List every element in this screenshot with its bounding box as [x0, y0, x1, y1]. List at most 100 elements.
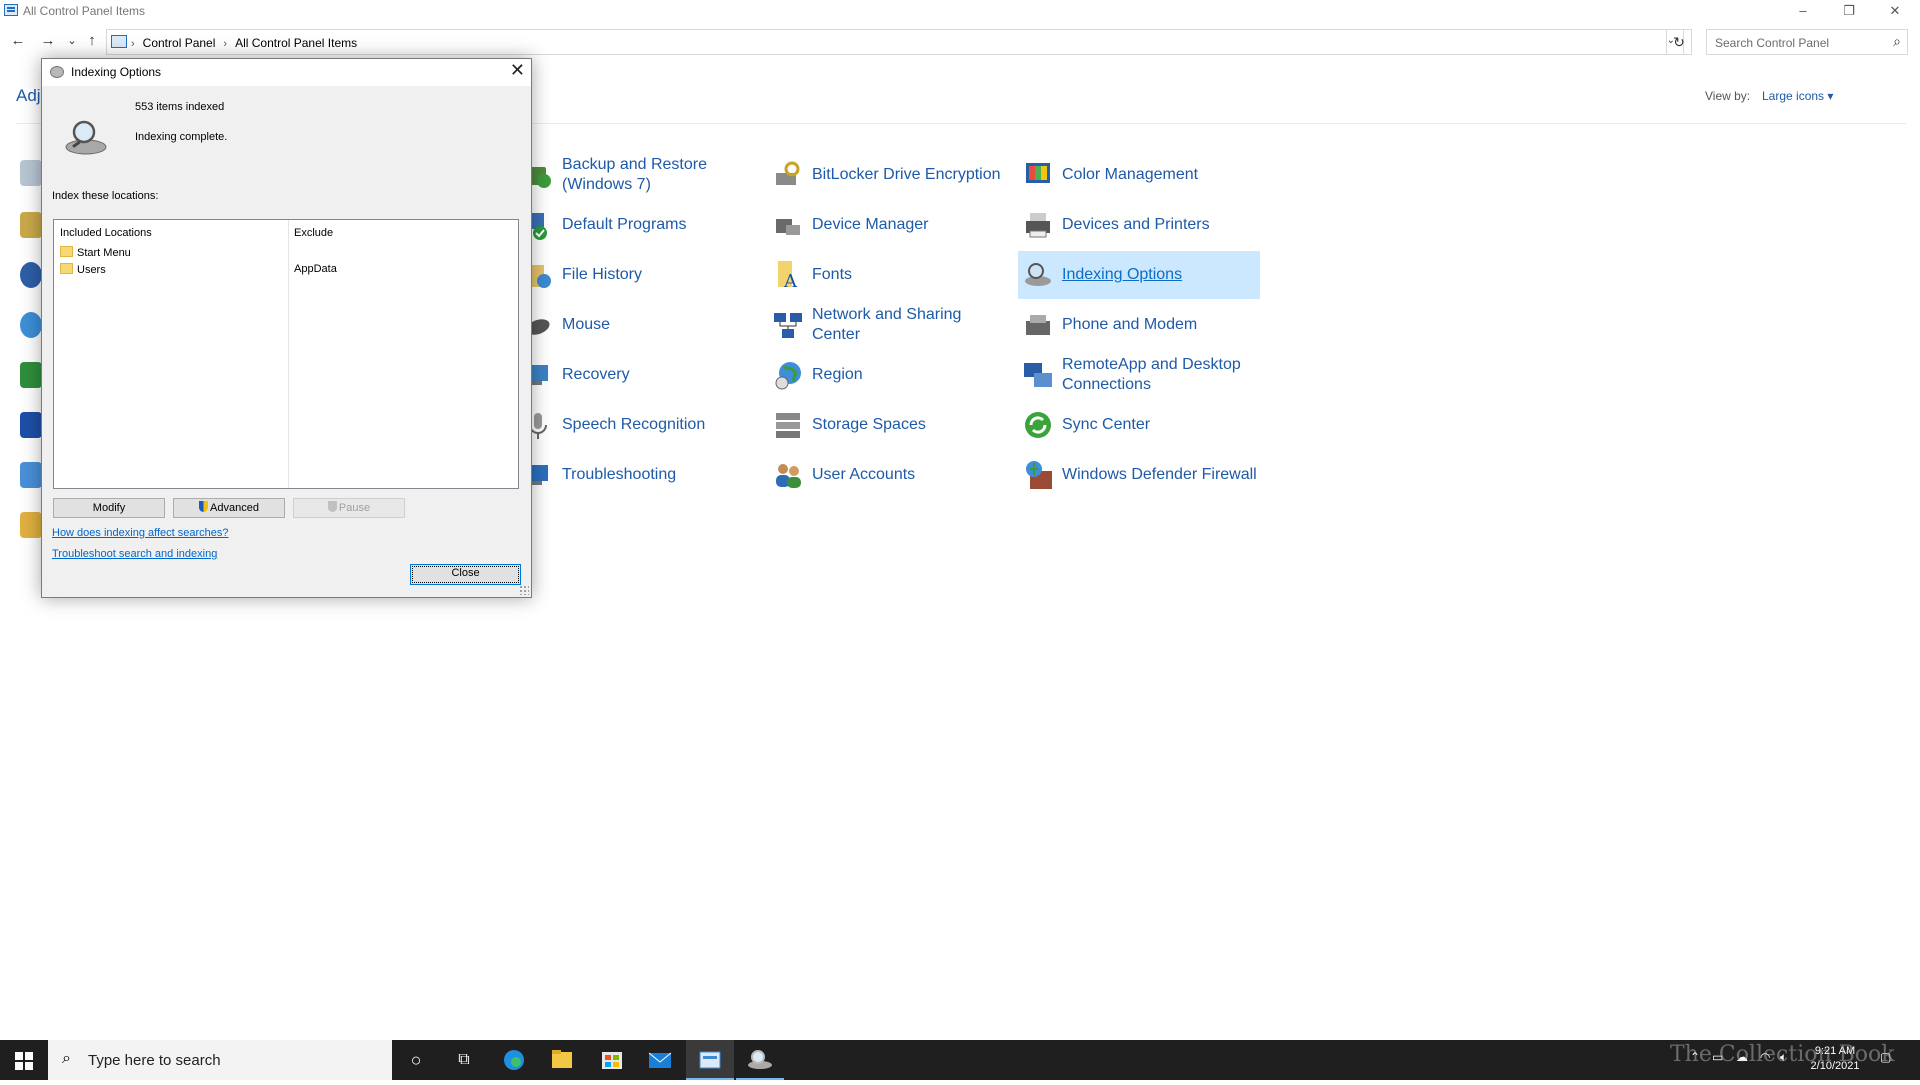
location-row[interactable]: Users	[60, 263, 106, 276]
watermark-text: The Collection Book	[1670, 1042, 1895, 1067]
bitlocker-icon	[776, 161, 800, 185]
pause-button[interactable]: Pause	[293, 498, 405, 518]
cp-item-troubleshooting[interactable]: Troubleshooting	[518, 451, 760, 499]
cp-item-speech-recognition[interactable]: Speech Recognition	[518, 401, 760, 449]
pause-label: Pause	[338, 502, 371, 514]
cp-item-phone-modem[interactable]: Phone and Modem	[1018, 301, 1260, 349]
edge-icon	[504, 1050, 524, 1070]
cp-item-label: Device Manager	[812, 216, 929, 233]
address-bar[interactable]: › Control Panel › All Control Panel Items ⌄	[106, 29, 1684, 55]
column-header-included[interactable]: Included Locations	[60, 227, 152, 239]
cp-item-label: Troubleshooting	[562, 466, 677, 483]
cp-item-firewall[interactable]: Windows Defender Firewall	[1018, 451, 1260, 499]
dialog-close-icon[interactable]: ✕	[510, 60, 525, 81]
advanced-label: Advanced	[210, 502, 259, 514]
cp-item-user-accounts[interactable]: User Accounts	[768, 451, 1010, 499]
credential-manager-icon[interactable]	[20, 262, 42, 288]
view-by-label: View by:	[1705, 89, 1751, 103]
minimize-button[interactable]: –	[1780, 0, 1826, 22]
breadcrumb-all-items[interactable]: All Control Panel Items	[235, 36, 357, 50]
cp-item-label: Mouse	[562, 316, 611, 333]
cp-item-backup-restore[interactable]: Backup and Restore (Windows 7)	[518, 151, 760, 199]
cp-item-remoteapp[interactable]: RemoteApp and Desktop Connections	[1018, 351, 1260, 399]
cp-item-region[interactable]: Region	[768, 351, 1010, 399]
cp-item-bitlocker[interactable]: BitLocker Drive Encryption	[768, 151, 1010, 199]
cp-item-fonts[interactable]: A Fonts	[768, 251, 1010, 299]
cp-item-label: Storage Spaces	[812, 416, 926, 433]
cp-item-color-management[interactable]: Color Management	[1018, 151, 1260, 199]
advanced-button[interactable]: Advanced	[173, 498, 285, 518]
cp-item-sync-center[interactable]: Sync Center	[1018, 401, 1260, 449]
uac-shield-icon	[199, 501, 209, 512]
cp-item-recovery[interactable]: Recovery	[518, 351, 760, 399]
taskbar-file-explorer[interactable]	[538, 1040, 586, 1080]
search-icon: ⌕	[1893, 33, 1901, 49]
dialog-titlebar: Indexing Options ✕	[42, 59, 531, 86]
modify-button[interactable]: Modify	[53, 498, 165, 518]
taskbar-store[interactable]	[588, 1040, 636, 1080]
forward-button[interactable]: →	[38, 31, 58, 51]
troubleshoot-link[interactable]: Troubleshoot search and indexing	[52, 548, 217, 560]
cp-item-label: Default Programs	[562, 216, 687, 233]
back-button[interactable]: ←	[8, 31, 28, 51]
location-row[interactable]: Start Menu	[60, 246, 131, 259]
window-titlebar: All Control Panel Items – ❐ ✕	[0, 0, 1920, 22]
windows-logo-icon	[15, 1062, 23, 1070]
cp-item-storage-spaces[interactable]: Storage Spaces	[768, 401, 1010, 449]
up-button[interactable]: ↑	[82, 31, 102, 51]
index-locations-label: Index these locations:	[52, 190, 159, 202]
taskbar-edge[interactable]	[490, 1040, 538, 1080]
cortana-button[interactable]: ○	[392, 1040, 440, 1080]
cp-item-label: Network and Sharing Center	[812, 306, 962, 343]
close-button[interactable]: Close	[410, 564, 521, 585]
fonts-icon: A	[778, 261, 798, 291]
taskbar-indexing-options[interactable]	[736, 1040, 784, 1080]
cp-item-label: Sync Center	[1062, 416, 1151, 433]
cp-item-network-sharing[interactable]: Network and Sharing Center	[768, 301, 1010, 349]
network-icon	[774, 313, 802, 338]
indexing-icon	[748, 1050, 772, 1069]
region-icon	[775, 362, 801, 390]
cp-item-label: Phone and Modem	[1062, 316, 1198, 333]
security-maintenance-icon[interactable]	[20, 412, 42, 438]
cp-item-file-history[interactable]: File History	[518, 251, 760, 299]
system-icon[interactable]	[20, 462, 42, 488]
cp-item-label: Fonts	[812, 266, 853, 283]
resize-grip[interactable]	[519, 585, 529, 595]
cp-item-device-manager[interactable]: Device Manager	[768, 201, 1010, 249]
administrative-tools-icon[interactable]	[20, 160, 42, 186]
cp-item-indexing-options[interactable]: Indexing Options	[1018, 251, 1260, 299]
autoplay-icon[interactable]	[20, 212, 42, 238]
navigation-bar: ← → ⌄ ↑ › Control Panel › All Control Panel…	[0, 26, 1920, 58]
keyboard-icon[interactable]	[20, 362, 42, 388]
taskbar-control-panel[interactable]	[686, 1040, 734, 1080]
refresh-button[interactable]: ↻	[1666, 29, 1692, 55]
internet-options-icon[interactable]	[20, 312, 42, 338]
recent-locations-button[interactable]: ⌄	[62, 31, 82, 51]
taskbar-search-input[interactable]: ⌕ Type here to search	[48, 1040, 392, 1080]
restore-button[interactable]: ❐	[1826, 0, 1872, 22]
locations-list[interactable]: Included Locations Exclude Start Menu Us…	[53, 219, 519, 489]
start-button[interactable]	[0, 1040, 48, 1080]
work-folders-icon[interactable]	[20, 512, 42, 538]
column-header-exclude[interactable]: Exclude	[294, 227, 333, 239]
task-view-button[interactable]: ⧉	[440, 1040, 488, 1080]
view-by-dropdown[interactable]: Large icons ▾	[1762, 89, 1833, 103]
close-window-button[interactable]: ✕	[1872, 0, 1918, 22]
cp-item-label: RemoteApp and Desktop Connections	[1062, 356, 1241, 393]
user-accounts-icon	[776, 464, 801, 488]
search-icon: ⌕	[62, 1050, 71, 1067]
cp-item-mouse[interactable]: Mouse	[518, 301, 760, 349]
cp-item-default-programs[interactable]: Default Programs	[518, 201, 760, 249]
taskbar-mail[interactable]	[636, 1040, 684, 1080]
folder-icon	[60, 263, 73, 274]
cp-item-devices-printers[interactable]: Devices and Printers	[1018, 201, 1260, 249]
printer-icon	[1026, 213, 1050, 238]
svg-text:A: A	[783, 271, 798, 291]
breadcrumb-control-panel[interactable]: Control Panel	[143, 36, 216, 50]
indexing-help-link[interactable]: How does indexing affect searches?	[52, 527, 229, 539]
search-control-panel-input[interactable]: Search Control Panel ⌕	[1706, 29, 1908, 55]
store-icon	[602, 1052, 622, 1069]
breadcrumb-separator: ›	[223, 38, 228, 50]
cp-item-label: Speech Recognition	[562, 416, 706, 433]
